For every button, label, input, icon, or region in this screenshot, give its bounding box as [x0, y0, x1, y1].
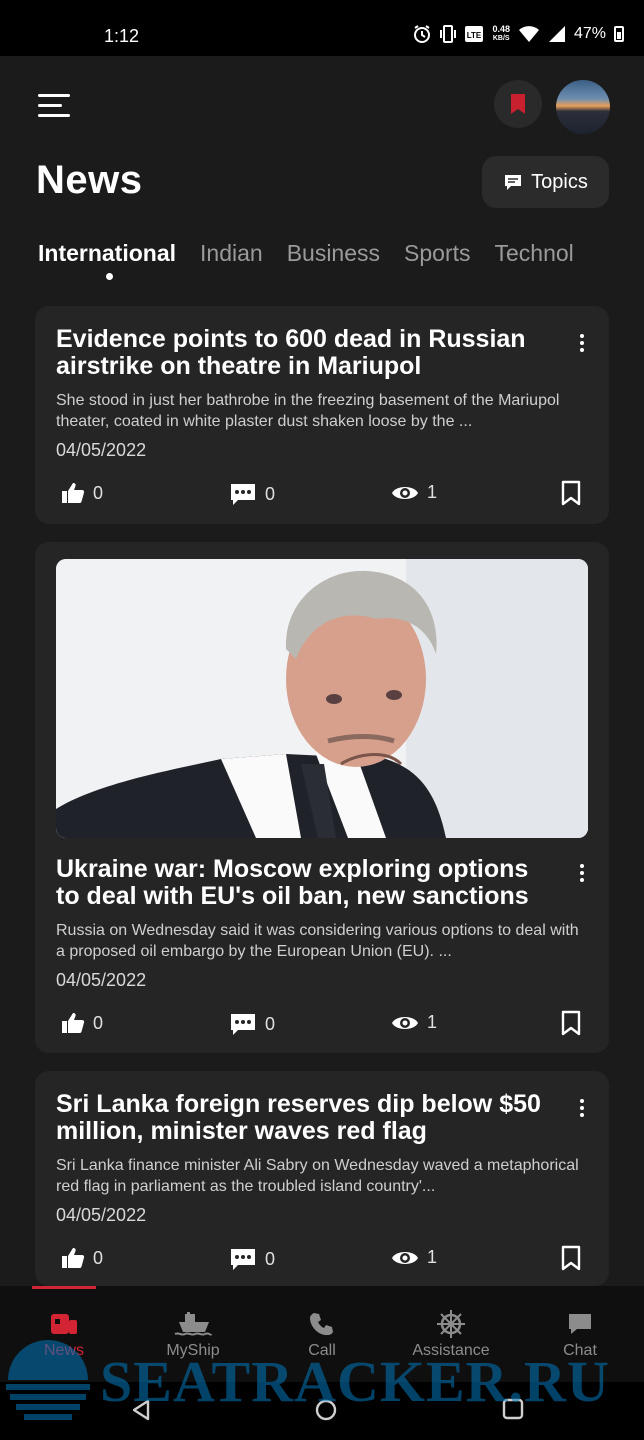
- comment-button[interactable]: 0: [229, 1247, 275, 1271]
- like-count: 0: [93, 1012, 104, 1033]
- category-tabs: International Indian Business Sports Technol: [38, 240, 644, 284]
- status-icons: LTE 0.48 KB/S 47%: [412, 24, 624, 44]
- network-speed: 0.48 KB/S: [492, 24, 510, 43]
- avatar[interactable]: [556, 80, 610, 134]
- ship-icon: [174, 1312, 212, 1336]
- bookmark-icon[interactable]: [561, 480, 581, 506]
- comment-icon: [231, 484, 255, 505]
- news-card[interactable]: Ukraine war: Moscow exploring options to…: [35, 542, 609, 1053]
- topics-icon: [505, 175, 522, 190]
- article-title[interactable]: Sri Lanka foreign reserves dip below $50…: [56, 1091, 546, 1145]
- article-actions: 0 0 1: [61, 480, 585, 508]
- article-image[interactable]: [56, 559, 588, 838]
- like-count: 0: [93, 1247, 104, 1268]
- svg-text:LTE: LTE: [467, 31, 482, 40]
- tab-sports[interactable]: Sports: [404, 240, 470, 267]
- news-card[interactable]: Evidence points to 600 dead in Russian a…: [35, 306, 609, 524]
- battery-icon: [614, 26, 624, 42]
- like-count: 0: [93, 482, 104, 503]
- thumbs-up-icon: [62, 1248, 85, 1268]
- view-count: 1: [427, 482, 438, 502]
- comment-count: 0: [265, 1013, 276, 1034]
- article-photo: [56, 559, 588, 838]
- article-title[interactable]: Evidence points to 600 dead in Russian a…: [56, 326, 546, 380]
- article-excerpt: Russia on Wednesday said it was consider…: [56, 922, 579, 960]
- news-card[interactable]: Sri Lanka foreign reserves dip below $50…: [35, 1071, 609, 1286]
- page-title: News: [36, 158, 143, 202]
- menu-button[interactable]: [38, 92, 72, 120]
- battery-percent: 47%: [573, 25, 606, 42]
- comment-button[interactable]: 0: [229, 1012, 275, 1036]
- tab-business[interactable]: Business: [287, 240, 380, 267]
- more-options-icon[interactable]: [579, 864, 585, 885]
- vibrate-icon: [440, 25, 457, 43]
- article-date: 04/05/2022: [56, 970, 147, 990]
- watermark-text: SEATRACKER.RU: [100, 1349, 610, 1414]
- status-time: 1:12: [104, 26, 140, 46]
- article-actions: 0 0 1: [61, 1010, 585, 1038]
- bookmark-icon[interactable]: [561, 1245, 581, 1271]
- eye-icon: [392, 1016, 418, 1029]
- bookmark-icon[interactable]: [561, 1010, 581, 1036]
- view-count: 1: [427, 1012, 438, 1032]
- views-indicator: 1: [391, 482, 437, 503]
- chat-icon: [569, 1314, 591, 1334]
- article-actions: 0 0 1: [61, 1245, 585, 1273]
- view-count: 1: [427, 1247, 438, 1267]
- like-button[interactable]: 0: [61, 482, 103, 504]
- article-excerpt: She stood in just her bathrobe in the fr…: [56, 392, 560, 430]
- topics-button[interactable]: Topics: [482, 156, 609, 208]
- views-indicator: 1: [391, 1247, 437, 1268]
- menu-icon: [38, 94, 70, 97]
- wifi-icon: [518, 26, 539, 42]
- thumbs-up-icon: [62, 1013, 85, 1033]
- article-title[interactable]: Ukraine war: Moscow exploring options to…: [56, 856, 546, 910]
- tab-indian[interactable]: Indian: [200, 240, 263, 267]
- article-date: 04/05/2022: [56, 1205, 147, 1225]
- signal-icon: [548, 26, 565, 42]
- more-options-icon[interactable]: [579, 1099, 585, 1120]
- comment-icon: [231, 1249, 255, 1270]
- phone-icon: [310, 1313, 333, 1336]
- bookmark-icon: [511, 94, 525, 114]
- more-options-icon[interactable]: [579, 334, 585, 355]
- article-excerpt: Sri Lanka finance minister Ali Sabry on …: [56, 1157, 579, 1195]
- comment-count: 0: [265, 1248, 276, 1269]
- comment-button[interactable]: 0: [229, 482, 275, 506]
- tab-international[interactable]: International: [38, 240, 176, 267]
- status-bar: 1:12 LTE 0.48 KB/S 47%: [0, 0, 644, 56]
- tab-technology[interactable]: Technol: [495, 240, 574, 267]
- thumbs-up-icon: [62, 483, 85, 503]
- eye-icon: [392, 1251, 418, 1264]
- alarm-icon: [414, 25, 431, 43]
- views-indicator: 1: [391, 1012, 437, 1033]
- comment-icon: [231, 1014, 255, 1035]
- volte-icon: LTE: [465, 26, 484, 42]
- eye-icon: [392, 486, 418, 499]
- topics-label: Topics: [531, 170, 588, 193]
- like-button[interactable]: 0: [61, 1247, 103, 1269]
- saved-bookmarks-button[interactable]: [494, 80, 542, 128]
- active-nav-indicator: [32, 1286, 96, 1289]
- active-tab-indicator: [106, 273, 113, 280]
- comment-count: 0: [265, 483, 276, 504]
- news-icon: [51, 1314, 77, 1334]
- like-button[interactable]: 0: [61, 1012, 103, 1034]
- article-date: 04/05/2022: [56, 440, 147, 460]
- helm-icon: [437, 1310, 465, 1338]
